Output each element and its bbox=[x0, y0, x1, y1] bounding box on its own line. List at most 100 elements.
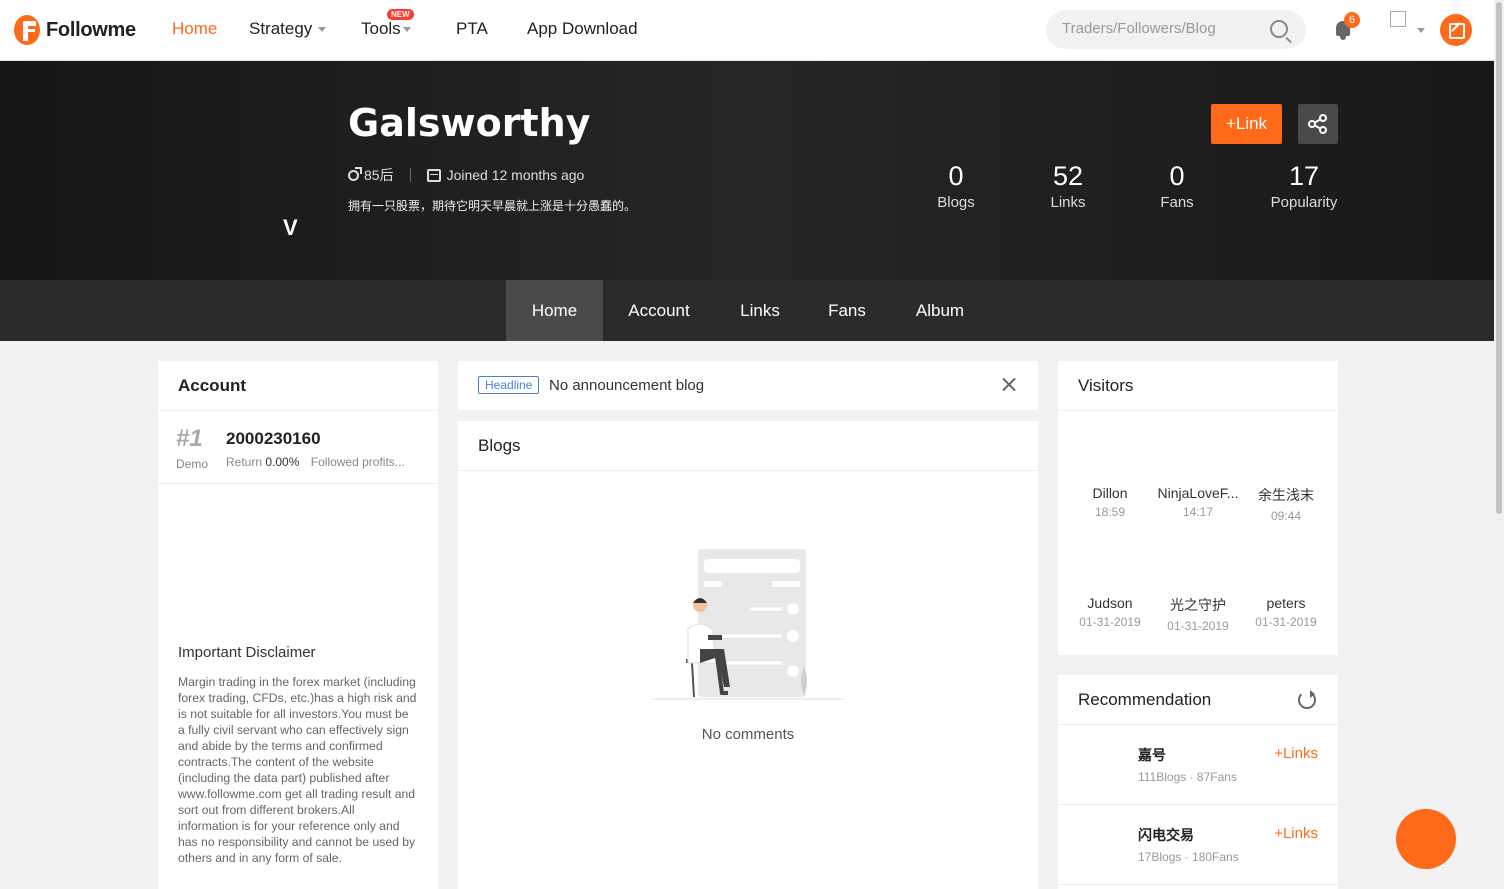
scrollbar-thumb[interactable] bbox=[1496, 2, 1502, 514]
visitor-time: 01-31-2019 bbox=[1079, 615, 1141, 629]
link-follow-button[interactable]: +Link bbox=[1211, 104, 1282, 144]
stat-label: Popularity bbox=[1270, 194, 1338, 211]
avatar[interactable] bbox=[1078, 825, 1118, 865]
chevron-down-icon bbox=[318, 27, 327, 33]
visitor-item[interactable]: 余生浅末 09:44 bbox=[1242, 485, 1330, 523]
recommendation-name[interactable]: 闪电交易 bbox=[1138, 825, 1194, 845]
recommendation-card-title: Recommendation bbox=[1058, 675, 1338, 725]
stat-fans[interactable]: 0 Fans bbox=[1147, 161, 1207, 211]
tab-album[interactable]: Album bbox=[902, 280, 978, 341]
write-blog-button[interactable] bbox=[1440, 14, 1472, 46]
stat-value: 0 bbox=[948, 161, 964, 191]
divider bbox=[158, 483, 438, 484]
chevron-down-icon[interactable] bbox=[1417, 28, 1425, 33]
followme-logo[interactable]: Followme bbox=[14, 14, 136, 46]
recommendation-stats: 17Blogs · 180Fans bbox=[1138, 850, 1239, 864]
share-icon bbox=[1308, 114, 1327, 134]
notification-count-badge: 6 bbox=[1344, 12, 1360, 28]
visitor-item[interactable]: Judson 01-31-2019 bbox=[1066, 595, 1154, 629]
tab-account[interactable]: Account bbox=[615, 280, 703, 341]
visitor-name: 余生浅末 bbox=[1258, 487, 1314, 503]
account-summary: Return 0.00% Followed profits... bbox=[226, 455, 405, 469]
visitor-item[interactable]: 光之守护 01-31-2019 bbox=[1154, 595, 1242, 633]
disclaimer-text: Margin trading in the forex market (incl… bbox=[178, 675, 417, 865]
male-icon bbox=[348, 166, 362, 181]
account-number-link[interactable]: 2000230160 bbox=[226, 429, 321, 449]
nav-app-download[interactable]: App Download bbox=[527, 19, 638, 39]
stat-value: 52 bbox=[1052, 161, 1084, 191]
stat-value: 0 bbox=[1169, 161, 1185, 191]
close-icon[interactable] bbox=[1002, 377, 1016, 391]
page-scrollbar[interactable] bbox=[1494, 0, 1504, 889]
account-card: Account #1 Demo 2000230160 Return 0.00% … bbox=[158, 361, 438, 889]
stat-label: Blogs bbox=[937, 194, 975, 211]
recommendation-name[interactable]: 嘉号 bbox=[1138, 745, 1166, 765]
followed-profits-label: Followed profits... bbox=[310, 455, 405, 469]
search-input[interactable] bbox=[1062, 20, 1262, 37]
visitor-name: Dillon bbox=[1092, 485, 1128, 501]
announcement-text: No announcement blog bbox=[549, 377, 705, 394]
nav-tools[interactable]: Tools NEW bbox=[361, 9, 414, 39]
nav-pta[interactable]: PTA bbox=[456, 19, 488, 39]
plus-icon: + bbox=[1274, 745, 1283, 762]
visitor-time: 01-31-2019 bbox=[1255, 615, 1317, 629]
add-link-label: Links bbox=[1282, 745, 1318, 762]
visitor-time: 01-31-2019 bbox=[1167, 619, 1229, 633]
refresh-icon[interactable] bbox=[1298, 690, 1316, 709]
floating-action-button[interactable] bbox=[1396, 809, 1456, 869]
visitor-name: 光之守护 bbox=[1170, 597, 1226, 613]
nav-home[interactable]: Home bbox=[172, 19, 217, 39]
plus-icon: + bbox=[1225, 114, 1236, 133]
logo-text: Followme bbox=[46, 18, 136, 41]
chevron-down-icon bbox=[402, 27, 411, 33]
stat-popularity: 17 Popularity bbox=[1264, 161, 1344, 211]
joined-date: Joined 12 months ago bbox=[446, 167, 585, 183]
meta-divider bbox=[409, 168, 411, 182]
visitors-card: Visitors Dillon 18:59 NinjaLoveF... 14:1… bbox=[1058, 361, 1338, 655]
user-avatar[interactable] bbox=[1390, 11, 1406, 27]
visitor-name: NinjaLoveF... bbox=[1157, 485, 1239, 501]
tab-fans[interactable]: Fans bbox=[818, 280, 876, 341]
add-link-button[interactable]: +Links bbox=[1274, 745, 1318, 762]
blogs-card-title: Blogs bbox=[458, 421, 1038, 471]
blogs-card: Blogs No comments bbox=[458, 421, 1038, 889]
disclaimer-title: Important Disclaimer bbox=[178, 644, 316, 661]
profile-header: V Galsworthy 85后 Joined 12 months ago 拥有… bbox=[0, 61, 1494, 280]
empty-state-text: No comments bbox=[701, 726, 795, 743]
search-icon[interactable] bbox=[1270, 20, 1288, 38]
return-label: Return bbox=[226, 455, 263, 469]
share-button[interactable] bbox=[1298, 104, 1338, 144]
new-badge: NEW bbox=[387, 9, 414, 20]
visitor-time: 18:59 bbox=[1094, 505, 1126, 519]
account-type: Demo bbox=[176, 457, 209, 471]
followme-logo-icon bbox=[14, 15, 40, 45]
stat-links[interactable]: 52 Links bbox=[1038, 161, 1098, 211]
verified-v-icon: V bbox=[283, 215, 298, 240]
add-link-button[interactable]: +Links bbox=[1274, 825, 1318, 842]
link-button-label: Link bbox=[1235, 114, 1268, 133]
visitor-name: Judson bbox=[1087, 595, 1133, 611]
empty-state-illustration bbox=[652, 549, 844, 700]
announcement-bar: Headline No announcement blog bbox=[458, 361, 1038, 410]
visitor-time: 09:44 bbox=[1270, 509, 1302, 523]
account-card-title: Account bbox=[158, 361, 438, 411]
return-value: 0.00% bbox=[265, 455, 300, 469]
visitor-item[interactable]: NinjaLoveF... 14:17 bbox=[1154, 485, 1242, 519]
stat-label: Links bbox=[1050, 194, 1086, 211]
calendar-icon bbox=[426, 168, 441, 182]
stat-blogs[interactable]: 0 Blogs bbox=[926, 161, 986, 211]
recommendation-item: 嘉号 111Blogs · 87Fans +Links bbox=[1058, 725, 1338, 805]
add-link-label: Links bbox=[1282, 825, 1318, 842]
account-rank: #1 bbox=[176, 425, 203, 452]
age-group: 85后 bbox=[364, 167, 394, 183]
visitor-name: peters bbox=[1266, 595, 1306, 611]
visitor-item[interactable]: Dillon 18:59 bbox=[1066, 485, 1154, 519]
plus-icon: + bbox=[1274, 825, 1283, 842]
nav-strategy[interactable]: Strategy bbox=[249, 19, 327, 39]
profile-bio: 拥有一只股票，期待它明天早晨就上涨是十分愚蠢的。 bbox=[348, 199, 637, 213]
avatar[interactable] bbox=[1078, 745, 1118, 785]
bell-clapper bbox=[1340, 36, 1346, 40]
visitor-item[interactable]: peters 01-31-2019 bbox=[1242, 595, 1330, 629]
tab-links[interactable]: Links bbox=[728, 280, 792, 341]
tab-home[interactable]: Home bbox=[506, 280, 603, 341]
